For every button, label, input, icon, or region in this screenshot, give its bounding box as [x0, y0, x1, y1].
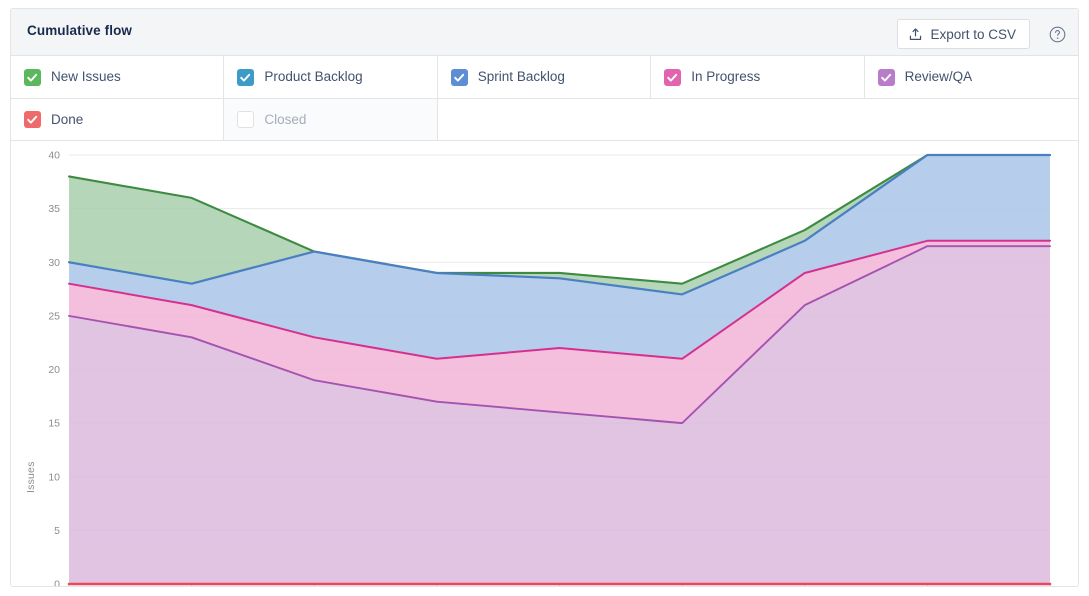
legend-filler-cell	[651, 98, 865, 140]
legend-item-new-issues[interactable]: New Issues	[11, 56, 225, 98]
legend-label: Done	[51, 111, 84, 127]
legend-item-sprint-backlog[interactable]: Sprint Backlog	[437, 56, 652, 98]
checkbox-closed[interactable]	[237, 111, 255, 128]
cumulative-flow-report: Cumulative flow Export to CSV New Issues…	[0, 0, 1089, 596]
help-circle-icon[interactable]	[1049, 26, 1066, 43]
legend-label: Sprint Backlog	[477, 69, 565, 85]
y-axis-tick-label: 5	[54, 525, 60, 537]
legend-label: Product Backlog	[264, 69, 363, 85]
legend-label: In Progress	[691, 69, 761, 85]
checkbox-review-qa[interactable]	[877, 68, 895, 86]
legend-label: Closed	[264, 111, 307, 127]
page-title: Cumulative flow	[27, 23, 133, 38]
y-axis-tick-label: 30	[48, 257, 60, 269]
y-axis-tick-label: 10	[48, 471, 60, 483]
y-axis-tick-label: 35	[48, 203, 60, 215]
y-axis-tick-label: 40	[48, 150, 60, 162]
checkbox-sprint-backlog[interactable]	[450, 68, 468, 86]
y-axis-tick-label: 20	[48, 364, 60, 376]
checkbox-done[interactable]	[24, 111, 41, 128]
y-axis-tick-label: 25	[48, 310, 60, 322]
legend-item-done[interactable]: Done	[11, 98, 225, 140]
legend-item-closed[interactable]: Closed	[224, 98, 438, 140]
legend-label: New Issues	[51, 69, 121, 85]
legend-label: Review/QA	[904, 69, 973, 85]
legend-filler-cell	[864, 98, 1078, 140]
legend-item-in-progress[interactable]: In Progress	[651, 56, 865, 98]
chart-canvas: 0510152025303540Sat 24Apr 25Mon 26Tue 27…	[48, 150, 1052, 588]
legend-filler-cell	[437, 98, 652, 140]
y-axis-title: Issues	[25, 461, 37, 493]
y-axis-tick-label: 0	[54, 579, 60, 588]
card-header: Cumulative flow Export to CSV	[11, 9, 1078, 56]
legend-item-product-backlog[interactable]: Product Backlog	[224, 56, 438, 98]
export-upload-icon	[908, 27, 923, 42]
y-axis-tick-label: 15	[48, 418, 60, 430]
checkbox-product-backlog[interactable]	[237, 68, 255, 86]
cumulative-flow-chart: Issues 0510152025303540Sat 24Apr 25Mon 2…	[11, 141, 1078, 588]
legend-item-review-qa[interactable]: Review/QA	[864, 56, 1078, 98]
series-filter-legend: New Issues Product Backlog Sprint Backlo…	[11, 56, 1078, 141]
export-to-csv-label: Export to CSV	[930, 26, 1016, 42]
checkbox-in-progress[interactable]	[664, 68, 682, 86]
export-to-csv-button[interactable]: Export to CSV	[897, 19, 1030, 49]
checkbox-new-issues[interactable]	[24, 68, 41, 86]
report-card: Cumulative flow Export to CSV New Issues…	[10, 8, 1079, 587]
